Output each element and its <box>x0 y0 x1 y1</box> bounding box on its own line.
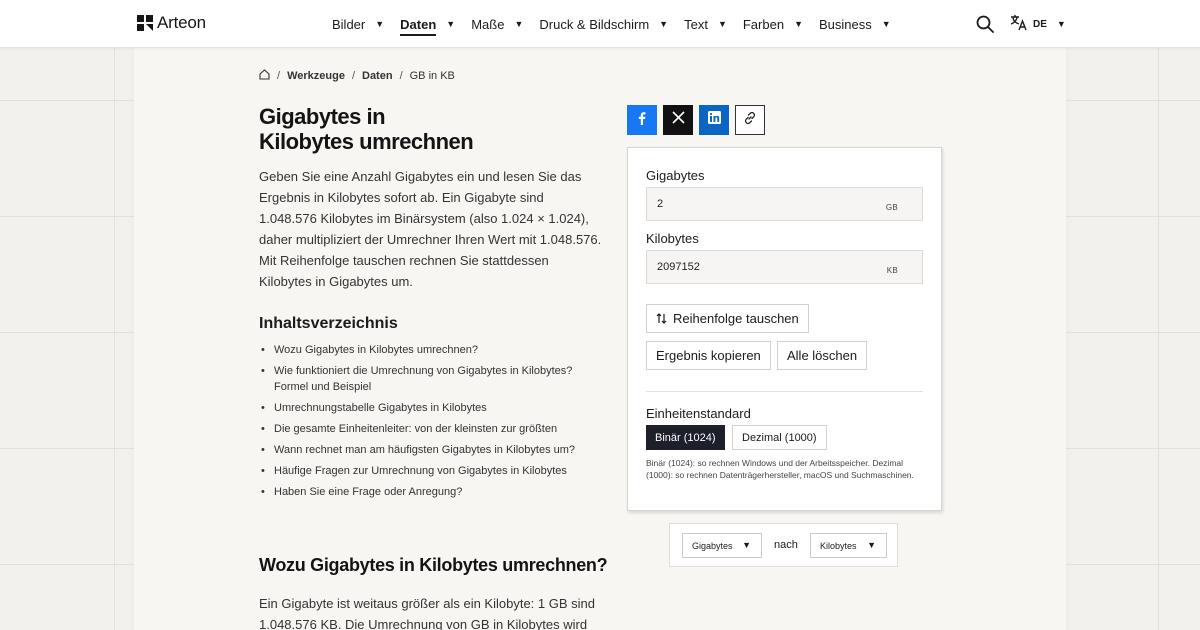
nav-item-masse[interactable]: Maße ▼ <box>471 0 523 48</box>
caret-down-icon: ▼ <box>514 19 524 29</box>
toc-link[interactable]: Die gesamte Einheitenleiter: von der kle… <box>261 421 604 437</box>
from-input[interactable]: 2 GB <box>646 187 923 221</box>
brand-mark-icon <box>137 15 153 31</box>
nav-item-farben[interactable]: Farben ▼ <box>743 0 803 48</box>
linkedin-icon <box>707 111 721 129</box>
caret-down-icon: ▼ <box>794 19 803 29</box>
share-x-button[interactable] <box>663 105 693 135</box>
breadcrumb: / Werkzeuge / Daten / GB in KB <box>259 69 455 83</box>
search-icon[interactable] <box>976 15 994 33</box>
caret-down-icon: ▼ <box>1056 19 1066 29</box>
to-unit-select-value: Kilobytes <box>820 540 857 551</box>
x-icon <box>671 111 685 129</box>
translate-icon <box>1010 14 1027 34</box>
caret-down-icon: ▼ <box>867 540 876 550</box>
nav-item-bilder[interactable]: Bilder ▼ <box>332 0 384 48</box>
section-text: Ein Gigabyte ist weitaus größer als ein … <box>259 596 595 630</box>
language-code: DE <box>1033 18 1047 30</box>
copy-result-button[interactable]: Ergebnis kopieren <box>646 341 771 370</box>
toc-link[interactable]: Haben Sie eine Frage oder Anregung? <box>261 484 604 500</box>
share-linkedin-button[interactable] <box>699 105 729 135</box>
converter-card: Gigabytes 2 GB Kilobytes 2097152 KB Reih… <box>627 147 942 511</box>
to-input[interactable]: 2097152 KB <box>646 250 923 284</box>
from-unit-select-value: Gigabytes <box>692 540 733 551</box>
main-nav: Bilder ▼ Daten ▼ Maße ▼ Druck & Bildschirm ▼… <box>332 0 907 48</box>
toc-link[interactable]: Wann rechnet man am häufigsten Gigabytes… <box>261 442 604 458</box>
swap-button[interactable]: Reihenfolge tauschen <box>646 304 809 333</box>
clear-all-label: Alle löschen <box>787 348 858 363</box>
facebook-icon <box>635 111 649 130</box>
link-icon <box>743 111 757 130</box>
nav-item-text[interactable]: Text ▼ <box>684 0 727 48</box>
unit-connector: nach <box>774 539 798 551</box>
caret-down-icon: ▼ <box>881 19 891 29</box>
toc-link[interactable]: Häufige Fragen zur Umrechnung von Gigaby… <box>261 463 604 479</box>
nav-label: Business <box>818 16 872 32</box>
nav-label: Bilder <box>332 16 366 32</box>
breadcrumb-separator: / <box>351 70 355 82</box>
caret-down-icon: ▼ <box>742 540 751 550</box>
from-unit: GB <box>885 203 898 212</box>
from-unit-select[interactable]: Gigabytes ▼ <box>682 533 762 558</box>
page-title-line: Kilobytes umrechnen <box>259 129 474 154</box>
copy-result-label: Ergebnis kopieren <box>656 348 761 363</box>
home-icon[interactable] <box>259 69 270 83</box>
to-label: Kilobytes <box>646 231 699 246</box>
section-heading: Wozu Gigabytes in Kilobytes umrechnen? <box>259 555 608 575</box>
decimal-standard-toggle[interactable]: Dezimal (1000) <box>732 425 827 450</box>
language-switcher[interactable]: DE ▼ <box>1010 14 1066 34</box>
page-title-line: Gigabytes in <box>259 104 386 129</box>
nav-label: Maße <box>471 16 505 32</box>
caret-down-icon: ▼ <box>446 19 456 29</box>
nav-label: Farben <box>742 16 785 32</box>
nav-item-druck-bildschirm[interactable]: Druck & Bildschirm ▼ <box>539 0 668 48</box>
caret-down-icon: ▼ <box>717 19 727 29</box>
nav-item-business[interactable]: Business ▼ <box>819 0 891 48</box>
clear-all-button[interactable]: Alle löschen <box>777 341 868 370</box>
unit-standard-note: Binär (1024): so rechnen Windows und der… <box>646 458 914 480</box>
share-facebook-button[interactable] <box>627 105 657 135</box>
binary-standard-toggle[interactable]: Binär (1024) <box>646 425 725 450</box>
breadcrumb-current: GB in KB <box>409 70 455 82</box>
nav-label: Text <box>684 16 708 32</box>
to-unit: KB <box>886 266 898 275</box>
copy-link-button[interactable] <box>735 105 765 135</box>
swap-button-label: Reihenfolge tauschen <box>673 311 799 326</box>
card-divider <box>646 391 923 392</box>
unit-selector-bar: Gigabytes ▼ nach Kilobytes ▼ <box>669 523 898 567</box>
toc-link[interactable]: Wie funktioniert die Umrechnung von Giga… <box>261 363 604 395</box>
swap-icon <box>656 313 667 324</box>
caret-down-icon: ▼ <box>659 19 669 29</box>
unit-standard-label: Einheitenstandard <box>646 406 751 421</box>
toc-link[interactable]: Wozu Gigabytes in Kilobytes umrechnen? <box>261 342 604 358</box>
to-value: 2097152 <box>657 261 700 273</box>
page-title: Gigabytes in Kilobytes umrechnen <box>259 104 559 154</box>
breadcrumb-separator: / <box>399 70 403 82</box>
toc-link[interactable]: Umrechnungstabelle Gigabytes in Kilobyte… <box>261 400 604 416</box>
nav-label: Daten <box>400 17 437 36</box>
breadcrumb-separator: / <box>277 70 281 82</box>
nav-label: Druck & Bildschirm <box>539 16 650 32</box>
to-unit-select[interactable]: Kilobytes ▼ <box>810 533 887 558</box>
breadcrumb-daten[interactable]: Daten <box>362 70 393 82</box>
caret-down-icon: ▼ <box>375 19 385 29</box>
from-value: 2 <box>657 198 664 210</box>
site-header: Arteon Bilder ▼ Daten ▼ Maße ▼ Druck & Bild… <box>0 0 1200 48</box>
breadcrumb-werkzeuge[interactable]: Werkzeuge <box>287 70 345 82</box>
brand-logo[interactable]: Arteon <box>137 13 206 33</box>
nav-item-daten[interactable]: Daten ▼ <box>400 0 455 48</box>
toc-title: Inhaltsverzeichnis <box>259 315 398 332</box>
brand-name: Arteon <box>157 13 206 32</box>
intro-text: Geben Sie eine Anzahl Gigabytes ein und … <box>259 169 602 289</box>
from-label: Gigabytes <box>646 168 705 183</box>
table-of-contents: Wozu Gigabytes in Kilobytes umrechnen? W… <box>261 342 604 505</box>
